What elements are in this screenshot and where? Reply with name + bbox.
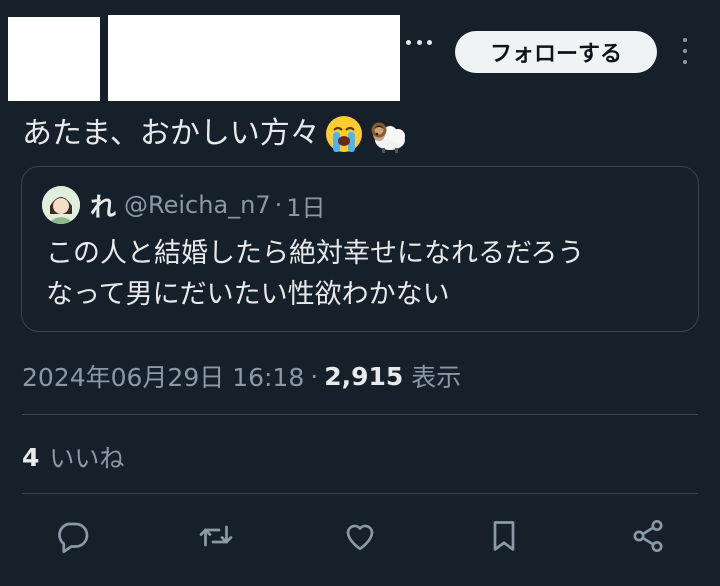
quote-text: この人と結婚したら絶対幸せになれるだろう なって男にだいたい性欲わかない [46, 233, 686, 315]
bookmark-icon [493, 521, 515, 551]
likes-label: いいね [49, 444, 125, 473]
reply-button[interactable] [52, 516, 92, 556]
bookmark-button[interactable] [484, 516, 524, 556]
tweet-detail: フォローする あたま、おかしい方々 れ @Reicha_n7 · 1日 この人と… [0, 0, 720, 586]
quote-avatar[interactable] [42, 186, 80, 224]
quote-line-1: この人と結婚したら絶対幸せになれるだろう [46, 238, 585, 269]
quote-author-name[interactable]: れ [90, 187, 116, 224]
tweet-text-body: あたま、おかしい方々 [22, 116, 320, 151]
view-count: 2,915 [324, 361, 404, 391]
like-button[interactable] [340, 516, 380, 556]
view-count-label: 表示 [411, 363, 462, 392]
quote-timestamp[interactable]: 1日 [286, 188, 325, 223]
share-icon [633, 519, 663, 553]
redacted-username[interactable] [108, 15, 400, 101]
redacted-avatar[interactable] [8, 17, 100, 101]
avatar-illustration-icon [42, 186, 80, 224]
divider [22, 493, 698, 494]
quote-author-handle[interactable]: @Reicha_n7 [124, 191, 271, 219]
quoted-tweet-card[interactable]: れ @Reicha_n7 · 1日 この人と結婚したら絶対幸せになれるだろう な… [21, 166, 699, 332]
share-button[interactable] [628, 516, 668, 556]
tweet-text: あたま、おかしい方々 [22, 112, 408, 156]
more-vertical-icon[interactable] [680, 38, 690, 64]
more-horizontal-icon[interactable] [406, 34, 432, 50]
like-icon [346, 524, 374, 551]
retweet-icon [199, 525, 233, 547]
quote-line-2: なって男にだいたい性欲わかない [46, 279, 450, 310]
tweet-meta: 2024年06月29日 16:18 · 2,915 表示 [22, 356, 461, 396]
divider [22, 414, 698, 415]
likes-summary[interactable]: 4 いいね [22, 437, 124, 477]
reply-icon [58, 522, 89, 554]
quote-separator: · [274, 191, 283, 219]
loudly-crying-face-emoji [325, 116, 362, 152]
quote-header: れ @Reicha_n7 · 1日 [42, 185, 326, 225]
follow-button[interactable]: フォローする [455, 31, 657, 73]
retweet-button[interactable] [196, 516, 236, 556]
likes-count: 4 [22, 442, 40, 472]
meta-separator: · [310, 361, 319, 391]
tweet-timestamp[interactable]: 2024年06月29日 16:18 [22, 358, 304, 394]
ram-emoji [371, 122, 405, 153]
